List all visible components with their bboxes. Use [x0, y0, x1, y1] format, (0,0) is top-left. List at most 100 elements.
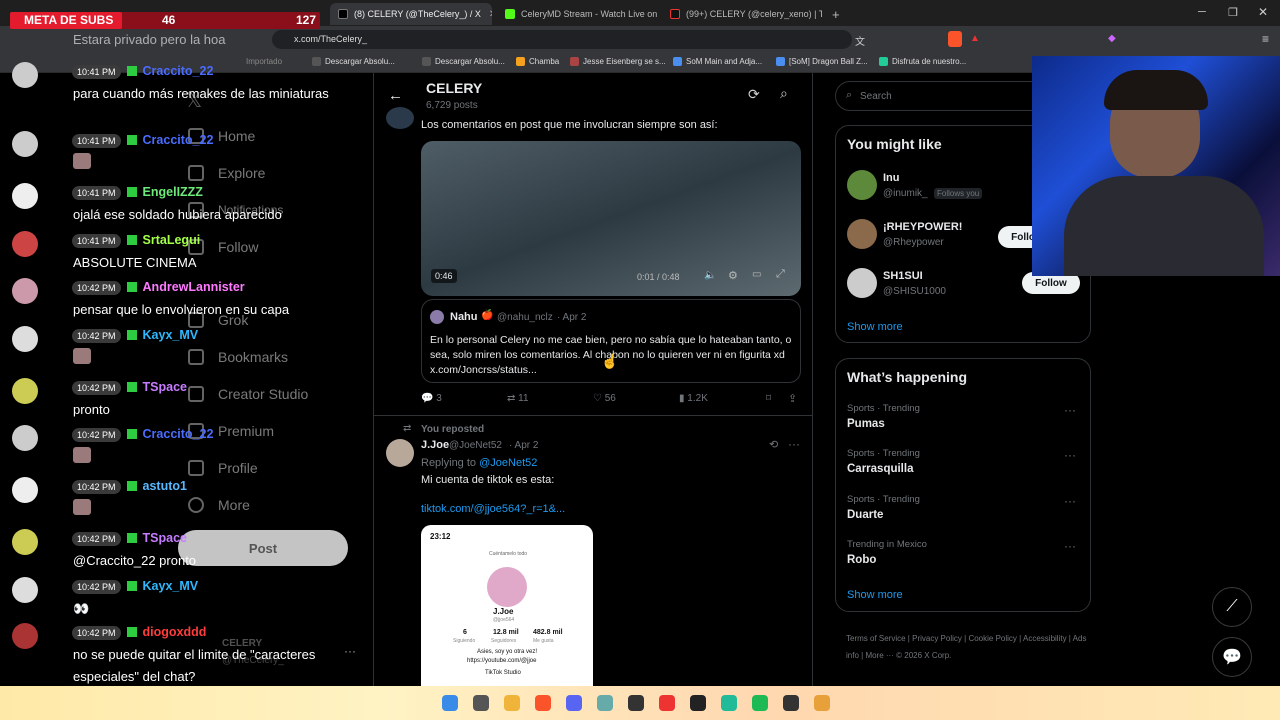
- bookmark-item[interactable]: Chamba: [516, 57, 559, 66]
- chat-username[interactable]: Craccito_22: [143, 64, 214, 78]
- obs-icon[interactable]: [628, 695, 644, 711]
- trend-more-icon[interactable]: ···: [1064, 539, 1076, 553]
- chat-username[interactable]: EngelIZZZ: [143, 185, 203, 199]
- app-icon[interactable]: [690, 695, 706, 711]
- footer-link[interactable]: Accessibility: [1023, 634, 1067, 643]
- chat-username[interactable]: diogoxddd: [143, 625, 207, 639]
- user-name[interactable]: Inu: [883, 172, 900, 184]
- grok-icon[interactable]: ⟲: [769, 438, 778, 451]
- trend-more-icon[interactable]: ···: [1064, 448, 1076, 462]
- bookmark-item[interactable]: Descargar Absolu...: [422, 57, 505, 66]
- bookmark-item[interactable]: Disfruta de nuestro...: [879, 57, 966, 66]
- messages-floating-icon[interactable]: 💬: [1212, 637, 1252, 677]
- tweet-video[interactable]: 0:46 0:01 / 0:48 🔈 ⚙ ▭ ⤢: [421, 141, 801, 296]
- repost-button[interactable]: ⇄ 11: [507, 393, 529, 404]
- chat-username[interactable]: AndrewLannister: [143, 280, 245, 294]
- chat-username[interactable]: Kayx_MV: [143, 579, 199, 593]
- reply-icon: 💬: [421, 393, 434, 404]
- trend-item[interactable]: Sports · Trending Duarte: [847, 494, 920, 521]
- app-icon[interactable]: [597, 695, 613, 711]
- show-more-link[interactable]: Show more: [847, 321, 903, 333]
- user-avatar[interactable]: [847, 170, 877, 200]
- reply-button[interactable]: 💬 3: [421, 393, 442, 404]
- trend-item[interactable]: Trending in Mexico Robo: [847, 539, 927, 566]
- close-window-icon[interactable]: ✕: [1258, 5, 1268, 19]
- brave-shield-icon[interactable]: [948, 31, 962, 47]
- user-avatar[interactable]: [847, 268, 877, 298]
- trend-item[interactable]: Sports · Trending Carrasquilla: [847, 448, 920, 475]
- mute-icon[interactable]: 🔈: [704, 270, 716, 281]
- footer-link[interactable]: More ···: [865, 651, 893, 660]
- bookmark-icon: [570, 57, 579, 66]
- fullscreen-icon[interactable]: ⤢: [776, 268, 785, 281]
- chat-username[interactable]: astuto1: [143, 479, 187, 493]
- footer-link[interactable]: Cookie Policy: [968, 634, 1016, 643]
- extension-icon[interactable]: ◆: [1108, 33, 1116, 44]
- bookmark-icon[interactable]: ⌑: [766, 393, 771, 404]
- picture-in-picture-icon[interactable]: ▭: [752, 269, 761, 280]
- trend-more-icon[interactable]: ···: [1064, 403, 1076, 417]
- bookmark-icon: [516, 57, 525, 66]
- footer-link[interactable]: Terms of Service: [846, 634, 906, 643]
- user-name[interactable]: ¡RHEYPOWER!: [883, 221, 962, 233]
- more-icon[interactable]: ···: [788, 437, 800, 451]
- footer-link[interactable]: Privacy Policy: [912, 634, 962, 643]
- menu-icon[interactable]: ≡: [1262, 32, 1269, 46]
- bookmark-item[interactable]: SoM Main and Adja...: [673, 57, 762, 66]
- app-icon[interactable]: [659, 695, 675, 711]
- chat-message: 10:42 PM AndrewLannister pensar que lo env…: [12, 278, 340, 321]
- footer-links: Terms of Service | Privacy Policy | Cook…: [846, 634, 1087, 660]
- refresh-icon[interactable]: ⟳: [748, 86, 760, 103]
- file-explorer-icon[interactable]: [504, 695, 520, 711]
- chat-username[interactable]: Kayx_MV: [143, 328, 199, 342]
- grok-floating-icon[interactable]: ⟋: [1212, 587, 1252, 627]
- trend-more-icon[interactable]: ···: [1064, 494, 1076, 508]
- translate-icon[interactable]: 文: [855, 33, 865, 48]
- minimize-icon[interactable]: ─: [1198, 6, 1206, 18]
- app-icon[interactable]: [783, 695, 799, 711]
- chat-avatar: [12, 62, 38, 88]
- share-icon[interactable]: ⇪: [788, 392, 797, 405]
- like-button[interactable]: ♡ 56: [593, 393, 616, 404]
- chat-username[interactable]: TSpace: [143, 380, 187, 394]
- spotify-icon[interactable]: [752, 695, 768, 711]
- views-button[interactable]: ▮ 1.2K: [679, 393, 708, 404]
- chat-username[interactable]: TSpace: [143, 531, 187, 545]
- tweet-avatar[interactable]: [386, 439, 414, 467]
- heart-icon: ♡: [593, 393, 602, 404]
- brave-icon[interactable]: [535, 695, 551, 711]
- tweet-avatar[interactable]: [386, 107, 414, 129]
- user-avatar[interactable]: [847, 219, 877, 249]
- chat-timestamp: 10:41 PM: [72, 186, 121, 200]
- tweet-author-name[interactable]: J.Joe: [421, 439, 449, 451]
- browser-tab-tiktok[interactable]: (99+) CELERY (@celery_xeno) | Tik: [662, 3, 822, 25]
- back-arrow-icon[interactable]: ←: [388, 87, 403, 104]
- browser-tab-kick[interactable]: CeleryMD Stream - Watch Live on Ki: [497, 3, 657, 25]
- tiktok-logo-icon: [670, 9, 680, 19]
- brave-rewards-icon[interactable]: ▲: [970, 33, 980, 44]
- close-tab-icon[interactable]: ✕: [489, 9, 492, 20]
- taskview-icon[interactable]: [473, 695, 489, 711]
- bookmark-item[interactable]: Jesse Eisenberg se s...: [570, 57, 666, 66]
- trend-item[interactable]: Sports · Trending Pumas: [847, 403, 920, 430]
- search-icon[interactable]: ⌕: [780, 85, 788, 102]
- quoted-tweet[interactable]: Nahu 🍎 @nahu_nclz · Apr 2 En lo personal…: [421, 299, 801, 383]
- chat-avatar: [12, 425, 38, 451]
- chat-username[interactable]: Craccito_22: [143, 427, 214, 441]
- app-icon[interactable]: [814, 695, 830, 711]
- chat-username[interactable]: SrtaLegui: [143, 233, 201, 247]
- discord-icon[interactable]: [566, 695, 582, 711]
- chat-text: no se puede quitar el limite de "caracte…: [73, 647, 316, 684]
- settings-icon[interactable]: ⚙: [728, 269, 738, 282]
- maximize-icon[interactable]: ❐: [1228, 6, 1238, 19]
- chat-username[interactable]: Craccito_22: [143, 133, 214, 147]
- tiktok-screenshot[interactable]: 23:12 Cuéntamelo todo J.Joe @jjoe564 6 1…: [421, 525, 593, 688]
- app-icon[interactable]: [721, 695, 737, 711]
- windows-start-icon[interactable]: [442, 695, 458, 711]
- tiktok-link[interactable]: tiktok.com/@jjoe564?_r=1&...: [421, 503, 565, 515]
- chat-avatar: [12, 477, 38, 503]
- user-name[interactable]: SH1SUI: [883, 270, 923, 282]
- show-more-link[interactable]: Show more: [847, 589, 903, 601]
- bookmark-item[interactable]: [SoM] Dragon Ball Z...: [776, 57, 868, 66]
- new-tab-button[interactable]: +: [824, 3, 844, 25]
